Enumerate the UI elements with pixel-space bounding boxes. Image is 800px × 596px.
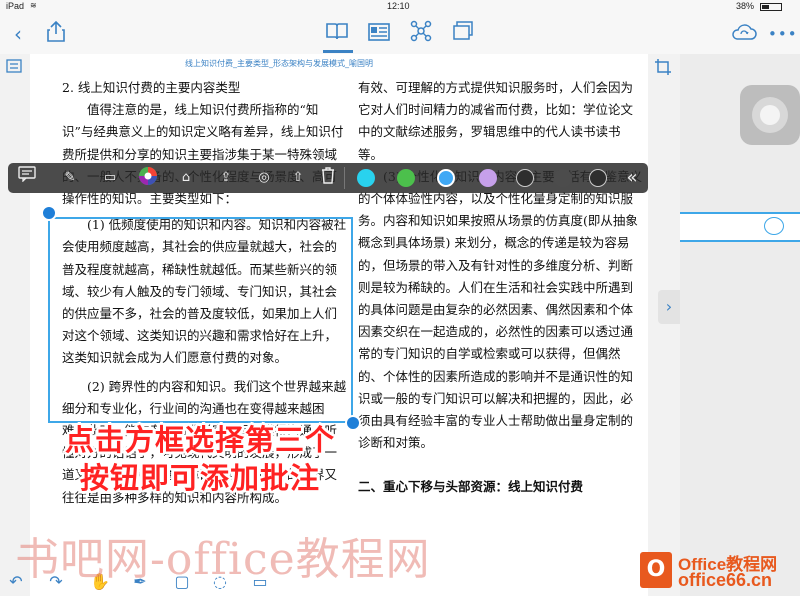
battery-percent: 38%	[736, 1, 755, 11]
selection-handle-start[interactable]	[41, 205, 57, 221]
document-title-breadcrumb: 线上知识付费_主要类型_形态架构与发展模式_喻国明	[185, 59, 373, 68]
brand-url: office66.cn	[678, 570, 773, 590]
swatch-dark-gray[interactable]	[554, 169, 572, 187]
back-icon[interactable]: ‹	[4, 20, 32, 48]
selection-box[interactable]	[48, 217, 353, 423]
watermark: 书吧网-office教程网	[15, 534, 431, 585]
swatch-black[interactable]	[516, 169, 534, 187]
annotation-indicator-strip[interactable]	[680, 212, 800, 242]
more-icon[interactable]: •••	[768, 20, 797, 48]
color-wheel-icon[interactable]	[136, 166, 160, 190]
collapse-icon[interactable]: «	[620, 166, 644, 190]
book-icon[interactable]	[323, 20, 351, 48]
swatch-cyan[interactable]	[357, 169, 375, 187]
status-bar: iPad ≋ 12:10 38%	[0, 0, 800, 14]
right-margin-bar	[648, 54, 680, 596]
document-page[interactable]: 线上知识付费_主要类型_形态架构与发展模式_喻国明 2. 线上知识付费的主要内容…	[0, 54, 680, 596]
paragraph: (3) 个性化的知识和内容。主要包括有借鉴意义的个体体验性内容，以及个性化量身定…	[358, 169, 642, 451]
cloud-sync-icon[interactable]	[730, 20, 758, 48]
paragraph: 值得注意的是，线上知识付费所指称的“知识”与经典意义上的知识定义略有差异，线上知…	[62, 102, 344, 207]
left-margin-bar	[0, 54, 30, 596]
wifi-icon: ≋	[30, 1, 37, 10]
office-logo-icon: O	[640, 552, 672, 588]
tutorial-caption-line-1: 点击方框选择第三个	[65, 423, 336, 457]
divider	[344, 167, 345, 189]
search-icon[interactable]: ◎	[252, 166, 276, 190]
comment-icon[interactable]	[15, 166, 39, 190]
expand-panel-icon[interactable]: ›	[658, 290, 680, 324]
right-text-column[interactable]: 有效、可理解的方式提供知识服务时，人们会因为它对人们时间精力的减省而付费，比如：…	[358, 77, 643, 499]
pages-icon[interactable]	[449, 20, 477, 48]
delete-icon[interactable]	[316, 166, 340, 190]
device-label: iPad	[6, 1, 25, 11]
swatch-black-2[interactable]	[589, 169, 607, 187]
highlighter-icon[interactable]: ▭	[98, 166, 122, 190]
section-heading: 二、重心下移与头部资源：线上知识付费	[358, 479, 584, 495]
bookmark-list-icon[interactable]	[6, 58, 22, 73]
share-icon[interactable]: ⇪	[214, 166, 238, 190]
battery-icon	[760, 3, 782, 11]
assistive-touch-button[interactable]	[740, 85, 800, 145]
swatch-lavender[interactable]	[479, 169, 497, 187]
brand-logo: O Office教程网 office66.cn	[640, 548, 800, 596]
layout-icon[interactable]	[365, 20, 393, 48]
share-icon[interactable]	[42, 20, 70, 48]
mindmap-icon[interactable]	[407, 20, 435, 48]
top-toolbar: ‹ •••	[0, 14, 800, 55]
clock: 12:10	[387, 1, 410, 11]
swatch-green[interactable]	[397, 169, 415, 187]
annotation-toolbar: ✎ ▭ ⌂ ⇪ ◎ ⇧ «	[8, 163, 648, 193]
annotation-bubble-icon[interactable]	[764, 217, 784, 235]
crop-icon[interactable]	[654, 58, 672, 76]
selection-handle-end[interactable]	[345, 415, 361, 431]
section-heading: 2. 线上知识付费的主要内容类型	[62, 80, 241, 95]
swatch-blue-selected[interactable]	[437, 169, 455, 187]
paragraph: 有效、可理解的方式提供知识服务时，人们会因为它对人们时间精力的减省而付费，比如：…	[358, 80, 634, 162]
export-icon[interactable]: ⇧	[286, 166, 310, 190]
pen-icon[interactable]: ✎	[58, 166, 82, 190]
tutorial-caption-line-2: 按钮即可添加批注	[80, 461, 321, 495]
tag-icon[interactable]: ⌂	[174, 166, 198, 190]
assistive-touch-inner	[760, 105, 780, 125]
active-tab-indicator	[323, 50, 353, 53]
